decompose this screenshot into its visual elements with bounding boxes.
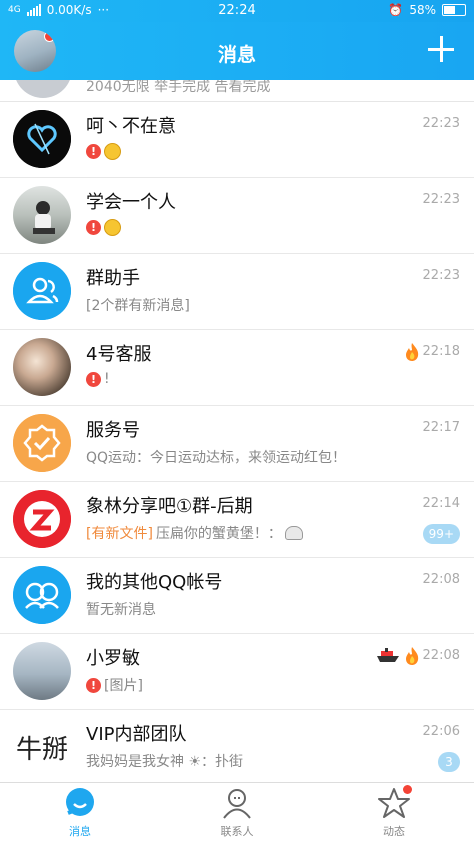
message-preview: 我妈妈是我女神 ☀：扑街 [86,754,244,770]
file-tag: [有新文件] [86,526,153,542]
message-preview: 暂无新消息 [86,602,156,618]
message-time: 22:18 [422,344,460,359]
message-preview: ! [86,143,121,160]
tab-messages[interactable]: 消息 [40,787,120,839]
message-preview: 2040无限 举手完成 告看完成 [86,80,271,95]
star-icon [378,785,412,819]
message-preview: ! [图片] [86,675,143,695]
avatar [13,338,71,396]
fire-icon [406,647,419,665]
message-time: 22:23 [422,116,460,131]
smile-emoji-icon [104,219,121,236]
list-item[interactable]: 牛掰 VIP内部团队 我妈妈是我女神 ☀：扑街 22:06 3 [0,710,474,782]
contact-name: VIP内部团队 [86,724,187,745]
list-item[interactable]: 呵丶不在意 ! 22:23 [0,102,474,178]
fire-icon [406,343,419,361]
message-text: ! [104,371,110,387]
tab-label: 联系人 [220,825,254,838]
message-time: 22:06 [422,724,460,739]
error-icon: ! [86,371,101,387]
tab-bar: 消息 联系人 动态 [0,782,474,843]
list-item[interactable]: 象林分享吧①群-后期 [有新文件] 压扁你的蟹黄堡！： 22:14 99+ [0,482,474,558]
message-icon [64,787,96,819]
contact-name: 我的其他QQ帐号 [86,572,223,593]
notification-dot [403,785,412,794]
other-accounts-icon [13,566,71,624]
avatar [13,262,71,320]
unread-badge: 3 [438,752,460,772]
service-badge-icon [13,414,71,472]
crab-emoji-icon [284,526,303,540]
message-preview: ! ! [86,371,110,387]
list-item[interactable]: 群助手 [2个群有新消息] 22:23 [0,254,474,330]
list-item[interactable]: 2040无限 举手完成 告看完成 [0,80,474,102]
app-header: 消息 [0,22,474,80]
list-item[interactable]: 4号客服 ! ! 22:18 [0,330,474,406]
group-logo-icon [13,490,71,548]
contact-name: 群助手 [86,268,140,289]
list-item[interactable]: 小罗敏 ! [图片] 22:08 [0,634,474,710]
contact-name: 服务号 [86,420,140,441]
heart-avatar-icon [13,110,71,168]
list-item[interactable]: 我的其他QQ帐号 暂无新消息 22:08 [0,558,474,634]
battery-level: 58% [409,3,436,17]
avatar [14,80,72,98]
avatar [13,642,71,700]
error-icon: ! [86,144,101,159]
grin-emoji-icon [104,143,121,160]
message-text: [图片] [104,678,143,694]
ship-icon [377,648,399,662]
avatar [13,414,71,472]
conversation-list[interactable]: 2040无限 举手完成 告看完成 呵丶不在意 ! 22:23 学会一个人 ! 2… [0,80,474,782]
message-time: 22:08 [422,572,460,587]
page-title: 消息 [217,44,256,66]
message-time: 22:17 [422,420,460,435]
group-helper-icon [13,262,71,320]
unread-badge: 99+ [422,524,460,544]
person-photo [33,201,55,234]
contact-name: 象林分享吧①群-后期 [86,496,253,517]
contact-name: 呵丶不在意 [86,116,176,137]
avatar [13,110,71,168]
error-icon: ! [86,677,101,693]
message-preview: QQ运动：今日运动达标，来领运动红包！ [86,450,347,466]
avatar: 牛掰 [13,718,71,776]
list-item[interactable]: 服务号 QQ运动：今日运动达标，来领运动红包！ 22:17 [0,406,474,482]
message-preview: ! [86,219,121,236]
plus-icon[interactable] [424,32,458,66]
list-item[interactable]: 学会一个人 ! 22:23 [0,178,474,254]
message-preview: [2个群有新消息] [86,298,190,314]
tab-label: 消息 [69,825,91,838]
avatar [13,566,71,624]
message-preview: [有新文件] 压扁你的蟹黄堡！： [86,523,303,543]
tab-moments[interactable]: 动态 [354,785,434,839]
message-text: 压扁你的蟹黄堡！： [155,526,282,542]
message-time: 22:08 [422,648,460,663]
contacts-icon [221,787,253,819]
battery-icon [442,4,466,16]
contact-name: 小罗敏 [86,648,140,669]
alarm-icon: ⏰ [388,3,404,17]
message-time: 22:23 [422,268,460,283]
avatar [13,490,71,548]
message-time: 22:23 [422,192,460,207]
avatar [13,186,71,244]
message-time: 22:14 [422,496,460,511]
status-bar: 4G 0.00K/s ··· 22:24 ⏰ 58% [0,0,474,22]
tab-label: 动态 [383,825,405,838]
contact-name: 学会一个人 [86,192,176,213]
contact-name: 4号客服 [86,344,152,365]
error-icon: ! [86,220,101,235]
tab-contacts[interactable]: 联系人 [197,787,277,839]
avatar-text: 牛掰 [15,734,68,765]
